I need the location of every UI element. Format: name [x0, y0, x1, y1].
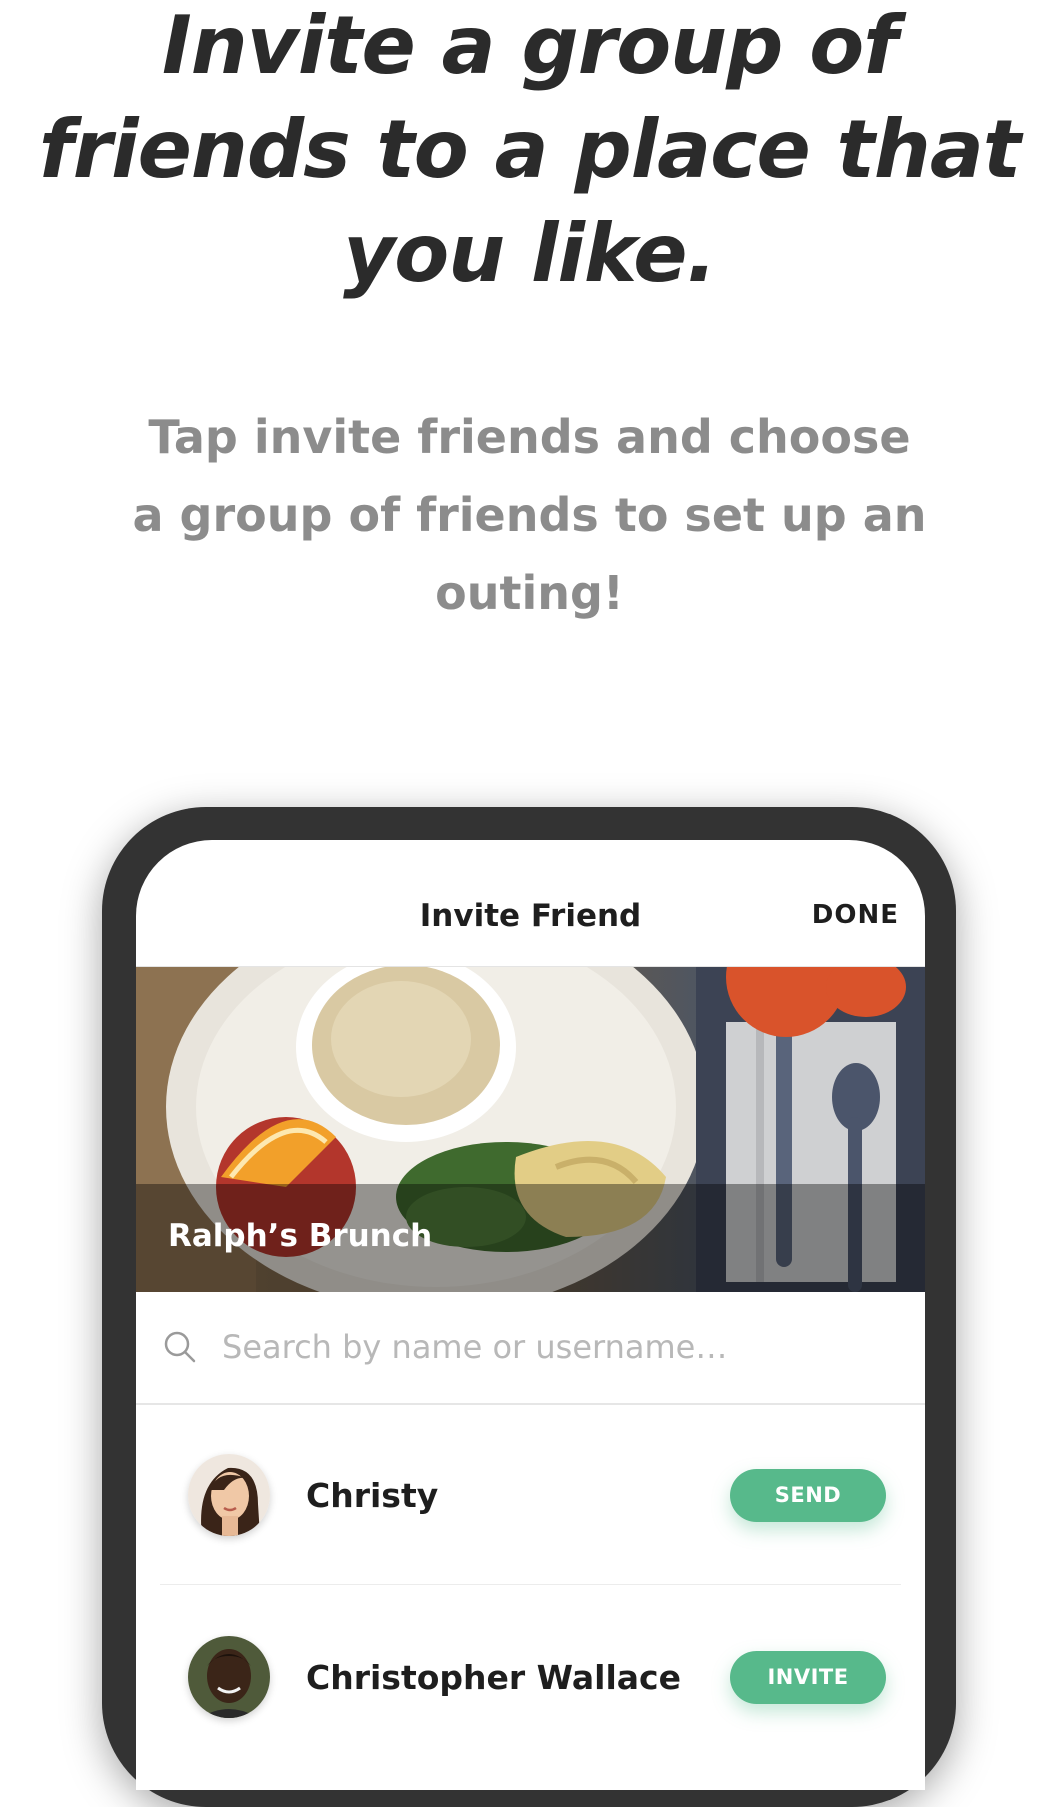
- friend-name: Christy: [306, 1476, 439, 1515]
- place-hero-image: Ralph’s Brunch: [136, 967, 925, 1292]
- done-button[interactable]: DONE: [812, 900, 899, 930]
- phone-screen: Invite Friend DONE Ralph’s Brunch Search…: [136, 840, 925, 1790]
- avatar: [188, 1454, 270, 1536]
- invite-button[interactable]: INVITE: [730, 1651, 886, 1704]
- friend-name: Christopher Wallace: [306, 1658, 681, 1697]
- search-icon: [164, 1331, 196, 1363]
- subheadline-line-3: outing!: [435, 566, 624, 620]
- friend-row: Christopher Wallace INVITE: [160, 1586, 901, 1766]
- friend-row: Christy SEND: [160, 1404, 901, 1585]
- nav-bar: Invite Friend DONE: [136, 840, 925, 967]
- subheadline-line-2: a group of friends to set up an: [132, 488, 927, 542]
- headline-line-1: Invite a group of: [162, 0, 898, 92]
- screen-title: Invite Friend: [419, 898, 642, 934]
- search-input[interactable]: [222, 1319, 882, 1375]
- search-bar: [136, 1293, 925, 1405]
- headline-line-3: you like.: [343, 207, 717, 300]
- send-button[interactable]: SEND: [730, 1469, 886, 1522]
- page-headline: Invite a group of friends to a place tha…: [0, 0, 1059, 306]
- subheadline-line-1: Tap invite friends and choose: [148, 410, 911, 464]
- place-name: Ralph’s Brunch: [168, 1218, 433, 1254]
- headline-line-2: friends to a place that: [38, 103, 1021, 196]
- page-subheadline: Tap invite friends and choose a group of…: [100, 398, 959, 632]
- phone-mockup: Invite Friend DONE Ralph’s Brunch Search…: [102, 807, 956, 1807]
- avatar: [188, 1636, 270, 1718]
